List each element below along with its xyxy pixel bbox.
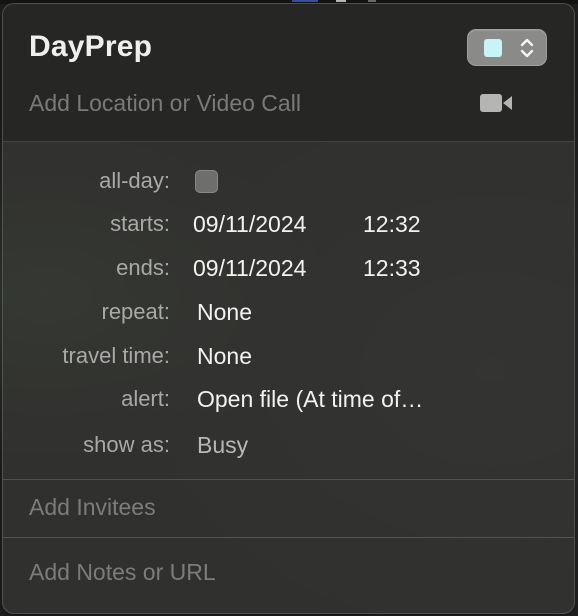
starts-label: starts: bbox=[110, 211, 170, 236]
menu-bar-fragment bbox=[368, 0, 376, 2]
show-as-label: show as: bbox=[83, 432, 170, 457]
show-as-row: show as: Busy bbox=[3, 432, 574, 466]
start-date-field[interactable]: 09/11/2024 bbox=[193, 211, 306, 238]
event-title[interactable]: DayPrep bbox=[29, 30, 152, 64]
all-day-row: all-day: bbox=[3, 168, 574, 202]
show-as-popup[interactable]: Busy bbox=[197, 432, 248, 459]
alert-popup[interactable]: Open file (At time of… bbox=[197, 386, 423, 413]
calendar-color-swatch bbox=[484, 39, 502, 57]
calendar-picker[interactable] bbox=[467, 29, 547, 66]
video-camera-icon[interactable] bbox=[479, 92, 513, 114]
menu-bar-fragment bbox=[292, 0, 318, 2]
all-day-label: all-day: bbox=[99, 168, 170, 193]
event-detail-popover: DayPrep Add Location or Video Call all-d… bbox=[2, 3, 575, 614]
event-header: DayPrep Add Location or Video Call bbox=[3, 4, 574, 142]
repeat-row: repeat: None bbox=[3, 299, 574, 333]
repeat-popup[interactable]: None bbox=[197, 299, 252, 326]
ends-label: ends: bbox=[116, 255, 170, 280]
travel-time-popup[interactable]: None bbox=[197, 343, 252, 370]
divider bbox=[3, 479, 574, 480]
travel-time-label: travel time: bbox=[62, 343, 170, 368]
alert-row: alert: Open file (At time of… bbox=[3, 386, 574, 420]
location-input[interactable]: Add Location or Video Call bbox=[29, 90, 449, 117]
start-time-field[interactable]: 12:32 bbox=[363, 211, 421, 238]
divider bbox=[3, 537, 574, 538]
chevron-up-down-icon bbox=[520, 38, 534, 58]
alert-label: alert: bbox=[121, 386, 170, 411]
end-time-field[interactable]: 12:33 bbox=[363, 255, 421, 282]
all-day-checkbox[interactable] bbox=[195, 170, 218, 193]
add-notes-input[interactable]: Add Notes or URL bbox=[29, 559, 216, 586]
repeat-label: repeat: bbox=[101, 299, 171, 324]
ends-row: ends: 09/11/2024 12:33 bbox=[3, 255, 574, 289]
travel-time-row: travel time: None bbox=[3, 343, 574, 377]
starts-row: starts: 09/11/2024 12:32 bbox=[3, 211, 574, 245]
menu-bar-fragment bbox=[336, 0, 346, 2]
end-date-field[interactable]: 09/11/2024 bbox=[193, 255, 306, 282]
add-invitees-input[interactable]: Add Invitees bbox=[29, 494, 156, 521]
